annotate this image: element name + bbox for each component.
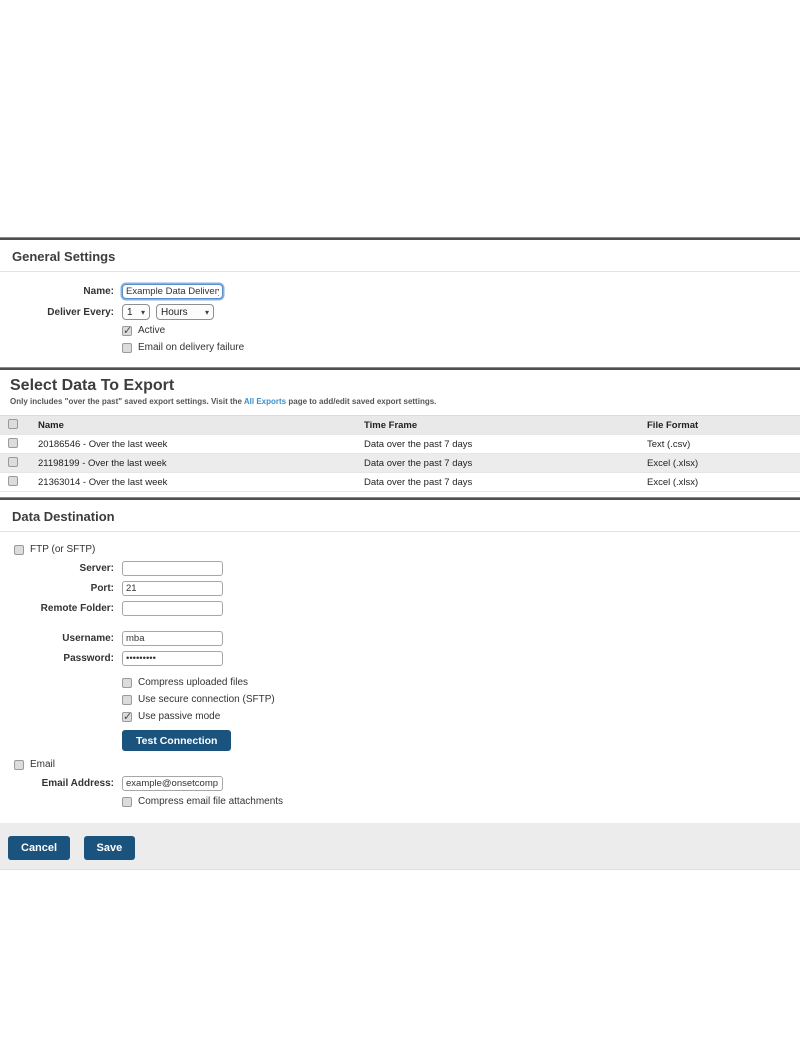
- password-row: Password:: [0, 651, 800, 666]
- row-name: 21363014 - Over the last week: [30, 473, 364, 492]
- compress-email-label: Compress email file attachments: [138, 796, 283, 807]
- active-label: Active: [138, 325, 165, 336]
- email-address-row: Email Address:: [0, 776, 800, 791]
- unit-select-value: Hours: [161, 307, 188, 318]
- email-on-failure-row: Email on delivery failure: [122, 342, 800, 353]
- compress-email-row: Compress email file attachments: [122, 796, 800, 807]
- username-input[interactable]: [122, 631, 223, 646]
- name-input[interactable]: [122, 284, 223, 299]
- subtext-before: Only includes "over the past" saved expo…: [10, 397, 242, 406]
- deliver-every-label: Deliver Every:: [0, 307, 114, 318]
- interval-select[interactable]: 1 ▾: [122, 304, 150, 320]
- compress-email-checkbox[interactable]: [122, 797, 132, 807]
- save-button[interactable]: Save: [84, 836, 136, 860]
- table-header-row: Name Time Frame File Format: [0, 416, 800, 435]
- server-label: Server:: [0, 563, 114, 574]
- top-whitespace: [0, 0, 800, 237]
- email-row: Email: [14, 759, 800, 770]
- remote-folder-row: Remote Folder:: [0, 601, 800, 616]
- subtext-after: page to add/edit saved export settings.: [288, 397, 436, 406]
- row-name: 21198199 - Over the last week: [30, 454, 364, 473]
- col-header-name: Name: [30, 416, 364, 435]
- email-address-input[interactable]: [122, 776, 223, 791]
- passive-mode-label: Use passive mode: [138, 711, 220, 722]
- email-checkbox[interactable]: [14, 760, 24, 770]
- row-fileformat: Excel (.xlsx): [647, 454, 800, 473]
- active-row: Active: [122, 325, 800, 336]
- exports-table: Name Time Frame File Format 20186546 - O…: [0, 415, 800, 492]
- settings-page: General Settings Name: Deliver Every: 1 …: [0, 0, 800, 1040]
- table-row: 21363014 - Over the last week Data over …: [0, 473, 800, 492]
- row-checkbox[interactable]: [8, 476, 18, 486]
- compress-uploaded-row: Compress uploaded files: [122, 677, 800, 688]
- unit-select[interactable]: Hours ▾: [156, 304, 214, 320]
- all-exports-link[interactable]: All Exports: [244, 397, 286, 406]
- passive-mode-checkbox[interactable]: [122, 712, 132, 722]
- table-row: 20186546 - Over the last week Data over …: [0, 435, 800, 454]
- general-settings-section: General Settings Name: Deliver Every: 1 …: [0, 240, 800, 367]
- table-row: 21198199 - Over the last week Data over …: [0, 454, 800, 473]
- port-label: Port:: [0, 583, 114, 594]
- server-input[interactable]: [122, 561, 223, 576]
- secure-connection-checkbox[interactable]: [122, 695, 132, 705]
- interval-select-value: 1: [127, 307, 133, 318]
- name-label: Name:: [0, 286, 114, 297]
- general-settings-title: General Settings: [0, 240, 800, 272]
- email-on-failure-checkbox[interactable]: [122, 343, 132, 353]
- username-row: Username:: [0, 631, 800, 646]
- cancel-button[interactable]: Cancel: [8, 836, 70, 860]
- deliver-every-row: Deliver Every: 1 ▾ Hours ▾: [0, 304, 800, 320]
- row-timeframe: Data over the past 7 days: [364, 454, 647, 473]
- chevron-down-icon: ▾: [141, 308, 145, 317]
- row-fileformat: Excel (.xlsx): [647, 473, 800, 492]
- username-label: Username:: [0, 633, 114, 644]
- password-input[interactable]: [122, 651, 223, 666]
- footer-action-bar: Cancel Save: [0, 823, 800, 870]
- compress-uploaded-checkbox[interactable]: [122, 678, 132, 688]
- remote-folder-input[interactable]: [122, 601, 223, 616]
- name-row: Name:: [0, 284, 800, 299]
- secure-connection-label: Use secure connection (SFTP): [138, 694, 275, 705]
- select-data-title: Select Data To Export: [0, 370, 800, 396]
- chevron-down-icon: ▾: [205, 308, 209, 317]
- select-data-subtext: Only includes "over the past" saved expo…: [0, 396, 800, 415]
- email-on-failure-label: Email on delivery failure: [138, 342, 244, 353]
- port-row: Port:: [0, 581, 800, 596]
- row-timeframe: Data over the past 7 days: [364, 473, 647, 492]
- remote-folder-label: Remote Folder:: [0, 603, 114, 614]
- email-label: Email: [30, 759, 55, 770]
- ftp-checkbox[interactable]: [14, 545, 24, 555]
- ftp-label: FTP (or SFTP): [30, 544, 95, 555]
- data-destination-section: Data Destination FTP (or SFTP) Server: P…: [0, 500, 800, 821]
- data-destination-title: Data Destination: [0, 500, 800, 532]
- secure-connection-row: Use secure connection (SFTP): [122, 694, 800, 705]
- select-data-section: Select Data To Export Only includes "ove…: [0, 370, 800, 497]
- port-input[interactable]: [122, 581, 223, 596]
- active-checkbox[interactable]: [122, 326, 132, 336]
- row-fileformat: Text (.csv): [647, 435, 800, 454]
- test-connection-button[interactable]: Test Connection: [122, 730, 231, 751]
- col-header-timeframe: Time Frame: [364, 416, 647, 435]
- row-name: 20186546 - Over the last week: [30, 435, 364, 454]
- select-all-checkbox[interactable]: [8, 419, 18, 429]
- ftp-row: FTP (or SFTP): [14, 544, 800, 555]
- row-checkbox[interactable]: [8, 438, 18, 448]
- row-timeframe: Data over the past 7 days: [364, 435, 647, 454]
- server-row: Server:: [0, 561, 800, 576]
- passive-mode-row: Use passive mode: [122, 711, 800, 722]
- email-address-label: Email Address:: [0, 778, 114, 789]
- row-checkbox[interactable]: [8, 457, 18, 467]
- col-header-fileformat: File Format: [647, 416, 800, 435]
- password-label: Password:: [0, 653, 114, 664]
- compress-uploaded-label: Compress uploaded files: [138, 677, 248, 688]
